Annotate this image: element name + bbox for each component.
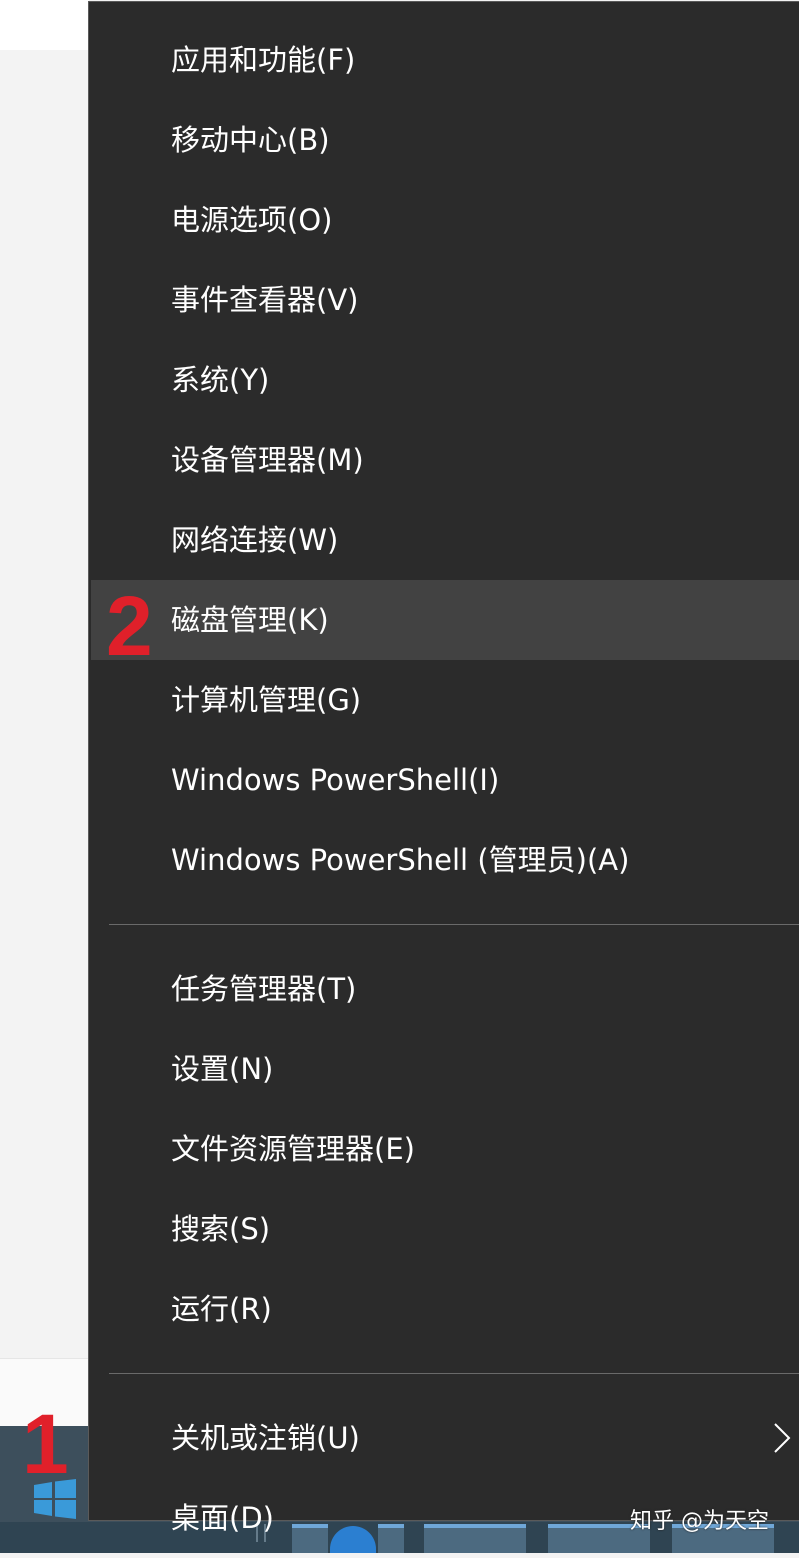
menu-item-label: 应用和功能(F) bbox=[171, 43, 356, 77]
winx-context-menu: 应用和功能(F) 移动中心(B) 电源选项(O) 事件查看器(V) 系统(Y) 设备管理器… bbox=[88, 1, 799, 1535]
menu-item-label: 事件查看器(V) bbox=[171, 283, 359, 317]
menu-item-label: Windows PowerShell (管理员)(A) bbox=[171, 843, 630, 877]
menu-item[interactable]: 网络连接(W) bbox=[91, 500, 799, 580]
watermark: 知乎 @为天空 bbox=[630, 1509, 769, 1534]
menu-item[interactable]: 设备管理器(M) bbox=[91, 420, 799, 500]
step-number-1: 1 bbox=[22, 1397, 69, 1491]
menu-item-label: 任务管理器(T) bbox=[171, 972, 357, 1006]
menu-item[interactable]: 文件资源管理器(E) bbox=[91, 1109, 799, 1189]
menu-item[interactable]: 系统(Y) bbox=[91, 340, 799, 420]
menu-item[interactable]: Windows PowerShell(I) bbox=[91, 740, 799, 820]
menu-item-label: 设置(N) bbox=[171, 1052, 274, 1086]
menu-item[interactable]: 设置(N) bbox=[91, 1029, 799, 1109]
menu-separator bbox=[109, 924, 799, 925]
menu-item[interactable]: 磁盘管理(K) bbox=[91, 580, 799, 660]
menu-item-label: 运行(R) bbox=[171, 1292, 272, 1326]
menu-item[interactable]: 运行(R) bbox=[91, 1269, 799, 1349]
menu-item[interactable]: 移动中心(B) bbox=[91, 100, 799, 180]
menu-item[interactable]: 计算机管理(G) bbox=[91, 660, 799, 740]
menu-item[interactable]: Windows PowerShell (管理员)(A) bbox=[91, 820, 799, 900]
menu-item-label: 桌面(D) bbox=[171, 1501, 274, 1535]
chevron-right-icon bbox=[774, 1423, 791, 1453]
menu-item[interactable]: 事件查看器(V) bbox=[91, 260, 799, 340]
menu-separator bbox=[109, 1373, 799, 1374]
menu-item-label: 文件资源管理器(E) bbox=[171, 1132, 415, 1166]
menu-item[interactable]: 任务管理器(T) bbox=[91, 949, 799, 1029]
menu-item-label: 网络连接(W) bbox=[171, 523, 339, 557]
menu-item-label: 系统(Y) bbox=[171, 363, 270, 397]
menu-item-label: 关机或注销(U) bbox=[171, 1421, 360, 1455]
menu-item-label: Windows PowerShell(I) bbox=[171, 763, 500, 797]
menu-item[interactable]: 应用和功能(F) bbox=[91, 20, 799, 100]
step-number-2: 2 bbox=[106, 579, 153, 673]
background-window-top bbox=[0, 0, 89, 50]
menu-item[interactable]: 关机或注销(U) bbox=[91, 1398, 799, 1478]
menu-item-label: 计算机管理(G) bbox=[171, 683, 362, 717]
menu-item-label: 磁盘管理(K) bbox=[171, 603, 329, 637]
menu-item-label: 电源选项(O) bbox=[171, 203, 333, 237]
menu-item[interactable]: 电源选项(O) bbox=[91, 180, 799, 260]
menu-item-label: 设备管理器(M) bbox=[171, 443, 364, 477]
background-window bbox=[0, 50, 89, 1358]
menu-item-label: 移动中心(B) bbox=[171, 123, 330, 157]
menu-item[interactable]: 搜索(S) bbox=[91, 1189, 799, 1269]
menu-item-label: 搜索(S) bbox=[171, 1212, 271, 1246]
